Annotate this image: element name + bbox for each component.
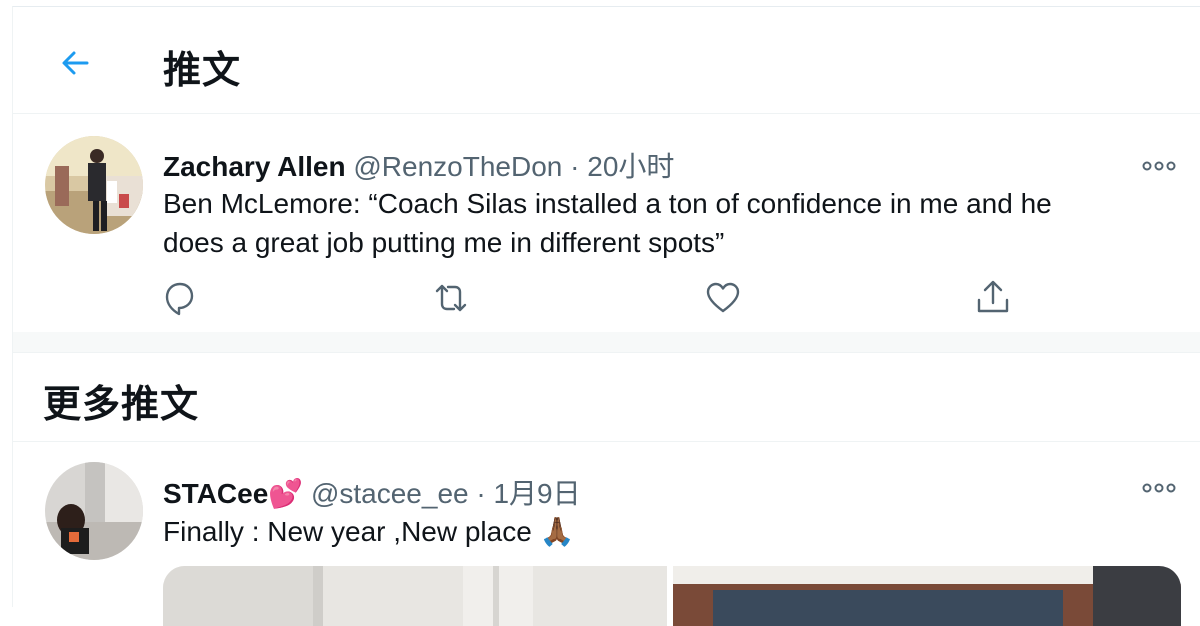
more-tweets-heading: 更多推文 <box>43 384 200 426</box>
tweet[interactable]: STACee💕 @stacee_ee · 1月9日 Finally : New … <box>13 442 1200 626</box>
praying-hands-emoji-icon: 🙏🏾 <box>539 516 575 547</box>
main-tweet[interactable]: Zachary Allen @RenzoTheDon · 20小时 Ben Mc… <box>13 114 1200 333</box>
section-gap <box>13 332 1200 353</box>
media-image[interactable] <box>163 566 667 626</box>
tweet-text: Ben McLemore: “Coach Silas installed a t… <box>163 184 1163 262</box>
meta-separator: · <box>476 478 486 509</box>
author-name[interactable]: Zachary Allen <box>163 151 346 182</box>
more-options-icon[interactable] <box>1139 154 1179 178</box>
author-handle[interactable]: @RenzoTheDon <box>353 151 562 182</box>
author-handle[interactable]: @stacee_ee <box>311 478 469 509</box>
tweet-text: Finally : New year ,New place 🙏🏾 <box>163 512 1163 551</box>
author-name[interactable]: STACee <box>163 478 268 509</box>
avatar[interactable] <box>45 136 143 234</box>
reply-icon[interactable] <box>159 278 199 318</box>
media-image[interactable] <box>673 566 1181 626</box>
tweet-text-line: does a great job putting me in different… <box>163 227 725 258</box>
tweet-time[interactable]: 1月9日 <box>493 478 580 509</box>
more-options-icon[interactable] <box>1139 476 1179 500</box>
page-title: 推文 <box>163 50 242 92</box>
tweet-meta: Zachary Allen @RenzoTheDon · 20小时 <box>163 145 674 185</box>
timeline-column: 推文 Zachary Allen @RenzoTheDon · 20小时 Ben… <box>12 6 1200 626</box>
meta-separator: · <box>570 151 580 182</box>
back-arrow-icon[interactable] <box>57 45 93 81</box>
heart-emoji-icon: 💕 <box>268 478 304 509</box>
like-heart-icon[interactable] <box>703 278 743 318</box>
tweet-meta: STACee💕 @stacee_ee · 1月9日 <box>163 472 581 512</box>
avatar[interactable] <box>45 462 143 560</box>
tweet-text-line: Ben McLemore: “Coach Silas installed a t… <box>163 188 1052 219</box>
share-icon[interactable] <box>973 278 1013 318</box>
retweet-icon[interactable] <box>431 278 471 318</box>
tweet-time[interactable]: 20小时 <box>587 151 674 182</box>
page-header: 推文 <box>13 7 1200 114</box>
tweet-text-line: Finally : New year ,New place <box>163 516 532 547</box>
